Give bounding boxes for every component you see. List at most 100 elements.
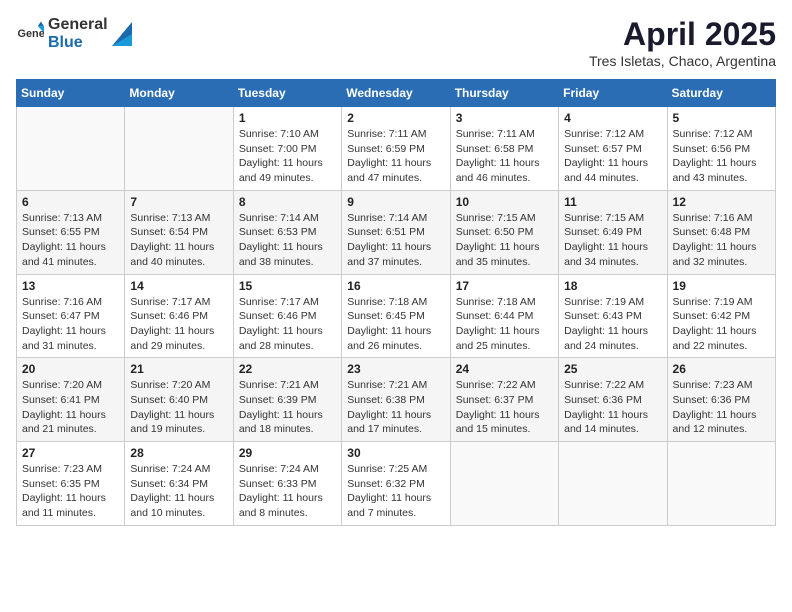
week-row-5: 27 Sunrise: 7:23 AM Sunset: 6:35 PM Dayli… bbox=[17, 442, 776, 526]
day-detail: Sunrise: 7:18 AM Sunset: 6:44 PM Dayligh… bbox=[456, 295, 553, 354]
day-number: 24 bbox=[456, 362, 553, 376]
svg-text:General: General bbox=[18, 28, 44, 40]
day-detail: Sunrise: 7:16 AM Sunset: 6:48 PM Dayligh… bbox=[673, 211, 770, 270]
day-detail: Sunrise: 7:14 AM Sunset: 6:53 PM Dayligh… bbox=[239, 211, 336, 270]
day-number: 9 bbox=[347, 195, 444, 209]
calendar-cell: 1 Sunrise: 7:10 AM Sunset: 7:00 PM Daylig… bbox=[233, 107, 341, 191]
day-number: 8 bbox=[239, 195, 336, 209]
week-row-3: 13 Sunrise: 7:16 AM Sunset: 6:47 PM Dayli… bbox=[17, 274, 776, 358]
title-area: April 2025 Tres Isletas, Chaco, Argentin… bbox=[589, 16, 776, 69]
calendar-cell: 29Sunrise: 7:24 AM Sunset: 6:33 PM Dayli… bbox=[233, 442, 341, 526]
day-detail: Sunrise: 7:14 AM Sunset: 6:51 PM Dayligh… bbox=[347, 211, 444, 270]
logo-icon: General bbox=[16, 20, 44, 48]
day-number: 16 bbox=[347, 279, 444, 293]
header-saturday: Saturday bbox=[667, 80, 775, 107]
logo-triangle-icon bbox=[112, 22, 132, 46]
day-number: 10 bbox=[456, 195, 553, 209]
calendar-cell bbox=[667, 442, 775, 526]
calendar-cell: 27 Sunrise: 7:23 AM Sunset: 6:35 PM Dayli… bbox=[17, 442, 125, 526]
calendar-cell: 12 Sunrise: 7:16 AM Sunset: 6:48 PM Dayli… bbox=[667, 190, 775, 274]
day-detail: Sunrise: 7:24 AM Sunset: 6:34 PM Dayligh… bbox=[130, 462, 227, 521]
calendar-cell bbox=[559, 442, 667, 526]
calendar-cell: 19Sunrise: 7:19 AM Sunset: 6:42 PM Dayli… bbox=[667, 274, 775, 358]
calendar-cell: 6 Sunrise: 7:13 AM Sunset: 6:55 PM Daylig… bbox=[17, 190, 125, 274]
logo: General General Blue bbox=[16, 16, 132, 52]
day-number: 17 bbox=[456, 279, 553, 293]
day-number: 27 bbox=[22, 446, 119, 460]
day-number: 5 bbox=[673, 111, 770, 125]
day-detail: Sunrise: 7:10 AM Sunset: 7:00 PM Dayligh… bbox=[239, 127, 336, 186]
day-detail: Sunrise: 7:16 AM Sunset: 6:47 PM Dayligh… bbox=[22, 295, 119, 354]
calendar-cell: 9 Sunrise: 7:14 AM Sunset: 6:51 PM Daylig… bbox=[342, 190, 450, 274]
calendar-cell: 28 Sunrise: 7:24 AM Sunset: 6:34 PM Dayli… bbox=[125, 442, 233, 526]
day-number: 2 bbox=[347, 111, 444, 125]
day-detail: Sunrise: 7:22 AM Sunset: 6:37 PM Dayligh… bbox=[456, 378, 553, 437]
day-detail: Sunrise: 7:18 AM Sunset: 6:45 PM Dayligh… bbox=[347, 295, 444, 354]
day-detail: Sunrise: 7:13 AM Sunset: 6:54 PM Dayligh… bbox=[130, 211, 227, 270]
day-detail: Sunrise: 7:11 AM Sunset: 6:58 PM Dayligh… bbox=[456, 127, 553, 186]
day-number: 6 bbox=[22, 195, 119, 209]
day-number: 26 bbox=[673, 362, 770, 376]
day-number: 15 bbox=[239, 279, 336, 293]
day-detail: Sunrise: 7:19 AM Sunset: 6:42 PM Dayligh… bbox=[673, 295, 770, 354]
header-sunday: Sunday bbox=[17, 80, 125, 107]
day-number: 12 bbox=[673, 195, 770, 209]
calendar-cell: 17 Sunrise: 7:18 AM Sunset: 6:44 PM Dayli… bbox=[450, 274, 558, 358]
day-detail: Sunrise: 7:20 AM Sunset: 6:40 PM Dayligh… bbox=[130, 378, 227, 437]
day-detail: Sunrise: 7:15 AM Sunset: 6:50 PM Dayligh… bbox=[456, 211, 553, 270]
calendar-cell: 15 Sunrise: 7:17 AM Sunset: 6:46 PM Dayli… bbox=[233, 274, 341, 358]
header-friday: Friday bbox=[559, 80, 667, 107]
day-detail: Sunrise: 7:23 AM Sunset: 6:36 PM Dayligh… bbox=[673, 378, 770, 437]
day-detail: Sunrise: 7:13 AM Sunset: 6:55 PM Dayligh… bbox=[22, 211, 119, 270]
calendar-cell bbox=[125, 107, 233, 191]
calendar-cell: 8 Sunrise: 7:14 AM Sunset: 6:53 PM Daylig… bbox=[233, 190, 341, 274]
calendar-cell: 2 Sunrise: 7:11 AM Sunset: 6:59 PM Daylig… bbox=[342, 107, 450, 191]
calendar-cell: 7 Sunrise: 7:13 AM Sunset: 6:54 PM Daylig… bbox=[125, 190, 233, 274]
day-detail: Sunrise: 7:24 AM Sunset: 6:33 PM Dayligh… bbox=[239, 462, 336, 521]
calendar-cell: 18Sunrise: 7:19 AM Sunset: 6:43 PM Dayli… bbox=[559, 274, 667, 358]
day-number: 14 bbox=[130, 279, 227, 293]
logo-text: General Blue bbox=[48, 16, 108, 51]
calendar-cell: 16 Sunrise: 7:18 AM Sunset: 6:45 PM Dayli… bbox=[342, 274, 450, 358]
calendar-cell: 22Sunrise: 7:21 AM Sunset: 6:39 PM Dayli… bbox=[233, 358, 341, 442]
day-number: 23 bbox=[347, 362, 444, 376]
day-number: 21 bbox=[130, 362, 227, 376]
day-detail: Sunrise: 7:11 AM Sunset: 6:59 PM Dayligh… bbox=[347, 127, 444, 186]
day-number: 30 bbox=[347, 446, 444, 460]
calendar-cell: 13 Sunrise: 7:16 AM Sunset: 6:47 PM Dayli… bbox=[17, 274, 125, 358]
day-detail: Sunrise: 7:17 AM Sunset: 6:46 PM Dayligh… bbox=[130, 295, 227, 354]
header-wednesday: Wednesday bbox=[342, 80, 450, 107]
day-detail: Sunrise: 7:17 AM Sunset: 6:46 PM Dayligh… bbox=[239, 295, 336, 354]
day-number: 13 bbox=[22, 279, 119, 293]
calendar-cell: 25Sunrise: 7:22 AM Sunset: 6:36 PM Dayli… bbox=[559, 358, 667, 442]
day-detail: Sunrise: 7:25 AM Sunset: 6:32 PM Dayligh… bbox=[347, 462, 444, 521]
day-detail: Sunrise: 7:21 AM Sunset: 6:39 PM Dayligh… bbox=[239, 378, 336, 437]
day-detail: Sunrise: 7:21 AM Sunset: 6:38 PM Dayligh… bbox=[347, 378, 444, 437]
calendar-cell: 14 Sunrise: 7:17 AM Sunset: 6:46 PM Dayli… bbox=[125, 274, 233, 358]
day-number: 28 bbox=[130, 446, 227, 460]
calendar-cell: 20Sunrise: 7:20 AM Sunset: 6:41 PM Dayli… bbox=[17, 358, 125, 442]
week-row-1: 1 Sunrise: 7:10 AM Sunset: 7:00 PM Daylig… bbox=[17, 107, 776, 191]
calendar-cell: 11 Sunrise: 7:15 AM Sunset: 6:49 PM Dayli… bbox=[559, 190, 667, 274]
day-number: 7 bbox=[130, 195, 227, 209]
page-title: April 2025 bbox=[589, 16, 776, 53]
day-number: 4 bbox=[564, 111, 661, 125]
calendar-cell: 4 Sunrise: 7:12 AM Sunset: 6:57 PM Daylig… bbox=[559, 107, 667, 191]
day-number: 1 bbox=[239, 111, 336, 125]
calendar-header-row: SundayMondayTuesdayWednesdayThursdayFrid… bbox=[17, 80, 776, 107]
calendar-cell bbox=[17, 107, 125, 191]
header-monday: Monday bbox=[125, 80, 233, 107]
day-number: 11 bbox=[564, 195, 661, 209]
day-detail: Sunrise: 7:12 AM Sunset: 6:57 PM Dayligh… bbox=[564, 127, 661, 186]
day-number: 18 bbox=[564, 279, 661, 293]
week-row-4: 20Sunrise: 7:20 AM Sunset: 6:41 PM Dayli… bbox=[17, 358, 776, 442]
calendar-cell: 30 Sunrise: 7:25 AM Sunset: 6:32 PM Dayli… bbox=[342, 442, 450, 526]
day-detail: Sunrise: 7:23 AM Sunset: 6:35 PM Dayligh… bbox=[22, 462, 119, 521]
calendar-table: SundayMondayTuesdayWednesdayThursdayFrid… bbox=[16, 79, 776, 526]
calendar-cell: 26 Sunrise: 7:23 AM Sunset: 6:36 PM Dayli… bbox=[667, 358, 775, 442]
page-header: General General Blue April 2025 Tres Isl… bbox=[16, 16, 776, 69]
header-tuesday: Tuesday bbox=[233, 80, 341, 107]
calendar-cell: 21 Sunrise: 7:20 AM Sunset: 6:40 PM Dayli… bbox=[125, 358, 233, 442]
day-detail: Sunrise: 7:15 AM Sunset: 6:49 PM Dayligh… bbox=[564, 211, 661, 270]
week-row-2: 6 Sunrise: 7:13 AM Sunset: 6:55 PM Daylig… bbox=[17, 190, 776, 274]
